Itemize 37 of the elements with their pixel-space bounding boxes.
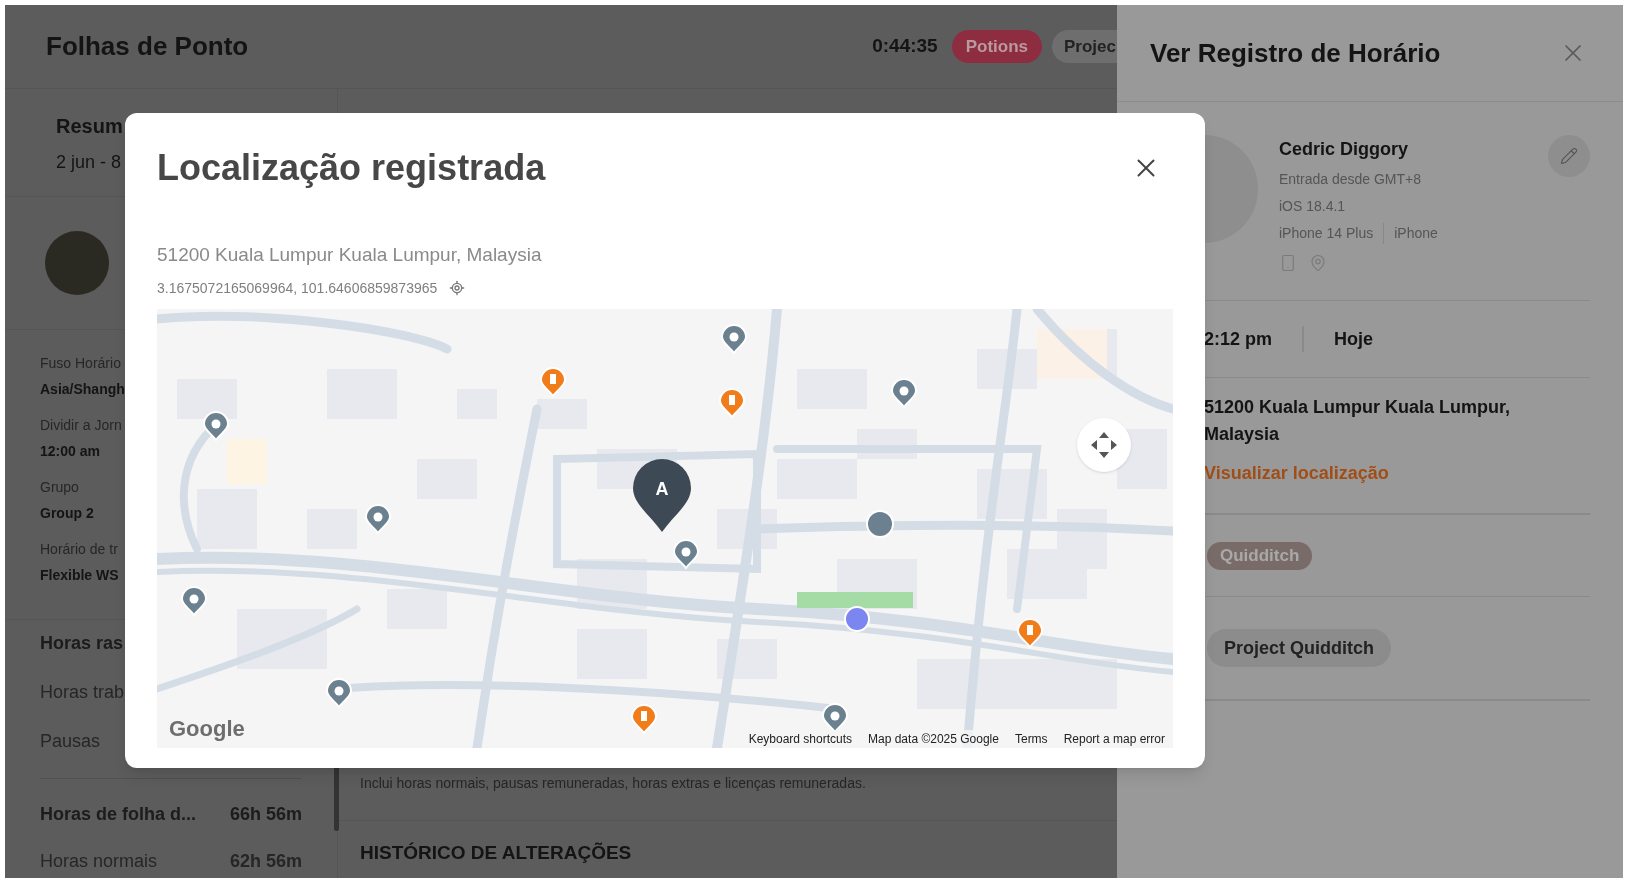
device-info: iPhone 14 Plus bbox=[1279, 224, 1375, 243]
entry-address: 51200 Kuala Lumpur Kuala Lumpur, Malaysia bbox=[1204, 396, 1512, 446]
map-pin-icon bbox=[1309, 254, 1327, 272]
activity-tag: Quidditch bbox=[1207, 541, 1313, 570]
section-title: Horas de folha d... bbox=[40, 803, 197, 826]
section-title: Horas ras bbox=[40, 632, 124, 655]
detail-value: Flexible WS bbox=[40, 566, 119, 585]
device-info: iPhone bbox=[1383, 223, 1438, 244]
map-attribution-link[interactable]: Terms bbox=[1014, 729, 1048, 748]
map-logo: Google bbox=[169, 714, 245, 743]
map-attribution-link[interactable]: Report a map error bbox=[1063, 729, 1165, 748]
device-info: Entrada desde GMT+8 bbox=[1279, 170, 1423, 189]
pencil-icon bbox=[1560, 147, 1578, 165]
map-marker[interactable]: A bbox=[631, 456, 693, 533]
location-address: 51200 Kuala Lumpur Kuala Lumpur, Malaysia bbox=[157, 243, 543, 267]
project-tag: Project Quidditch bbox=[1207, 629, 1391, 667]
device-info: iOS 18.4.1 bbox=[1279, 197, 1347, 216]
panel-title: Ver Registro de Horário bbox=[1150, 36, 1441, 70]
phone-icon bbox=[1279, 254, 1297, 272]
timer: 0:44:35 bbox=[872, 34, 938, 59]
hours-value: 66h 56m bbox=[229, 803, 302, 826]
map-attribution-link[interactable]: Map data ©2025 Google bbox=[868, 729, 999, 748]
detail-value: Group 2 bbox=[40, 504, 94, 523]
summary-date-range: 2 jun - 8 bbox=[56, 151, 122, 174]
detail-value: Asia/Shangh bbox=[40, 380, 125, 399]
page-title: Folhas de Ponto bbox=[46, 30, 249, 63]
map-view[interactable]: A Google Keyboard shortcuts Map data ©2025 Google Terms Report a map error bbox=[157, 308, 1173, 748]
scrollbar[interactable] bbox=[334, 765, 339, 831]
section-heading: HISTÓRICO DE ALTERAÇÕES bbox=[360, 842, 632, 863]
map-attribution-link[interactable]: Keyboard shortcuts bbox=[748, 729, 852, 748]
employee-name: Cedric Diggory bbox=[1279, 138, 1410, 161]
locate-icon[interactable] bbox=[449, 280, 466, 296]
detail-value: 12:00 am bbox=[40, 442, 100, 461]
summary-title: Resum bbox=[56, 114, 123, 139]
dialog-title: Localização registrada bbox=[157, 146, 546, 190]
location-coordinates: 3.1675072165069964, 101.64606859873965 bbox=[157, 278, 438, 298]
entry-day: Hoje bbox=[1304, 325, 1374, 353]
